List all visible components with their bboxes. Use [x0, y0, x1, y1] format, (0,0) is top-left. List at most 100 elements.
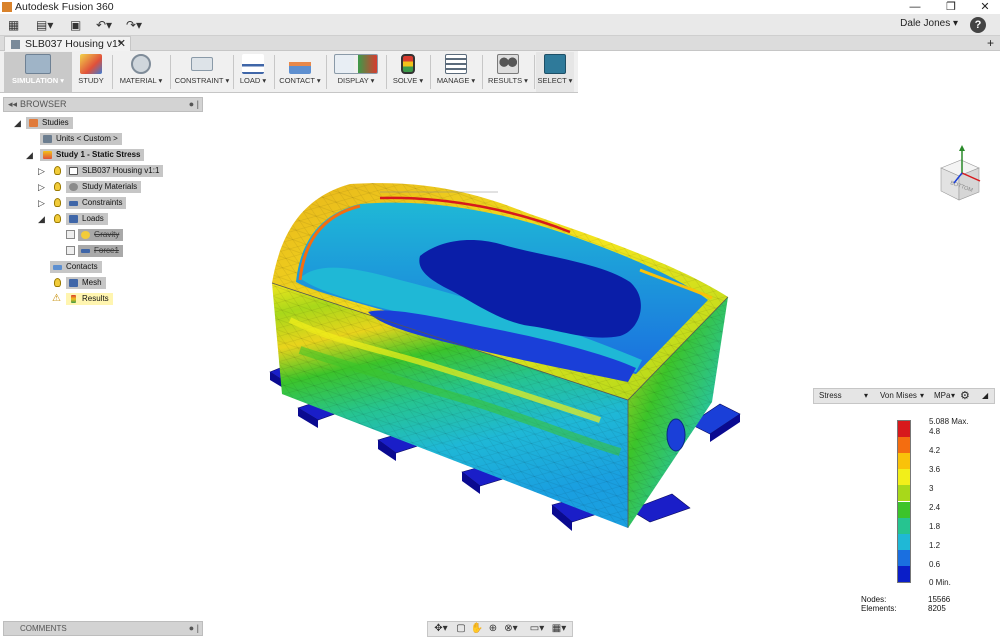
- close-window-button[interactable]: ✕: [970, 0, 1000, 14]
- new-tab-button[interactable]: +: [987, 36, 994, 50]
- toolbar-divider: [534, 55, 535, 89]
- material-button[interactable]: MATERIAL ▾: [116, 52, 166, 92]
- orbit-icon[interactable]: ✥▾: [432, 623, 450, 635]
- app-title: Autodesk Fusion 360: [15, 1, 114, 13]
- result-type-select[interactable]: Stress: [819, 389, 842, 403]
- criterion-select[interactable]: Von Mises: [880, 389, 917, 403]
- data-panel-grid-icon[interactable]: ▦: [8, 17, 19, 33]
- scale-tick-label: 5.088 Max.: [929, 417, 969, 426]
- scale-tick-label: 2.4: [929, 503, 941, 512]
- material-label: MATERIAL ▾: [119, 76, 163, 85]
- contact-label: CONTACT ▾: [279, 76, 321, 85]
- chevron-down-icon[interactable]: ▾: [951, 389, 955, 403]
- scale-tick-label: 4.8: [929, 427, 941, 436]
- workspace-switcher[interactable]: SIMULATION ▾: [4, 52, 72, 92]
- solve-icon: [401, 54, 415, 74]
- save-icon[interactable]: ▣: [70, 17, 81, 33]
- scale-tick-label: 1.8: [929, 522, 941, 531]
- undo-button[interactable]: ↶▾: [96, 17, 112, 33]
- restore-button[interactable]: ❐: [936, 0, 966, 14]
- fit-icon[interactable]: ⊗▾: [502, 623, 520, 635]
- scale-tick-label: 3: [929, 484, 934, 493]
- axis-triad-icon: [953, 145, 981, 184]
- constraint-button[interactable]: CONSTRAINT ▾: [174, 52, 230, 92]
- housing-body: [271, 183, 729, 528]
- material-icon: [131, 54, 151, 74]
- scale-band: [898, 469, 910, 486]
- navigation-bar: ✥▾ ▢ ✋ ⊕ ⊗▾ ▭▾ ▦▾: [427, 621, 573, 637]
- document-tab[interactable]: SLB037 Housing v1* ✕: [4, 36, 131, 51]
- pin-icon[interactable]: ◢: [982, 389, 988, 403]
- study-label: STUDY: [78, 76, 104, 85]
- grid-settings-icon[interactable]: ▦▾: [550, 623, 568, 635]
- scale-band: [898, 437, 910, 454]
- model-render: [269, 183, 741, 531]
- select-button[interactable]: SELECT ▾: [536, 52, 574, 92]
- legend-toolbar: Stress ▾ Von Mises ▾ MPa ▾ ⚙ ◢: [813, 388, 995, 404]
- manage-icon: [445, 54, 467, 74]
- study-icon: [80, 54, 102, 74]
- solve-label: SOLVE ▾: [392, 76, 424, 85]
- canvas-viewport[interactable]: BOTTOM: [0, 93, 1000, 620]
- elements-value: 8205: [928, 604, 946, 613]
- zoom-icon[interactable]: ⊕: [486, 623, 500, 635]
- fusion-logo-icon: [2, 2, 12, 12]
- close-tab-icon[interactable]: ✕: [117, 37, 126, 51]
- pan-icon[interactable]: ✋: [470, 623, 484, 635]
- elements-label: Elements:: [861, 604, 897, 613]
- redo-button[interactable]: ↷▾: [126, 17, 142, 33]
- load-button[interactable]: LOAD ▾: [236, 52, 270, 92]
- scale-band: [898, 453, 910, 470]
- title-bar: Autodesk Fusion 360 — ❐ ✕: [0, 0, 1000, 14]
- contact-icon: [289, 54, 311, 74]
- file-menu-button[interactable]: ▤▾: [36, 17, 53, 33]
- simulation-toolbar: SIMULATION ▾ STUDY MATERIAL ▾ CONSTRAINT…: [0, 51, 578, 93]
- document-tab-bar: SLB037 Housing v1* ✕ +: [0, 36, 1000, 51]
- nodes-value: 15566: [928, 595, 951, 604]
- comments-controls[interactable]: ● |: [189, 622, 199, 635]
- manage-button[interactable]: MANAGE ▾: [434, 52, 478, 92]
- help-icon[interactable]: ?: [970, 17, 986, 33]
- simulation-cube-icon: [25, 54, 51, 74]
- display-icon: [334, 54, 378, 74]
- settings-gear-icon[interactable]: ⚙: [960, 389, 970, 403]
- study-button[interactable]: STUDY: [74, 52, 108, 92]
- solve-button[interactable]: SOLVE ▾: [390, 52, 426, 92]
- contact-button[interactable]: CONTACT ▾: [278, 52, 322, 92]
- scale-tick-label: 0.6: [929, 560, 941, 569]
- comments-panel-header[interactable]: COMMENTS ● |: [3, 621, 203, 636]
- display-settings-icon[interactable]: ▭▾: [528, 623, 546, 635]
- unit-select[interactable]: MPa: [934, 389, 950, 403]
- quick-access-toolbar: ▦ ▤▾ ▣ ↶▾ ↷▾ Dale Jones ▾ ?: [0, 14, 1000, 36]
- constraint-label: CONSTRAINT ▾: [174, 76, 230, 85]
- color-scale: [897, 420, 911, 583]
- toolbar-divider: [170, 55, 171, 89]
- document-tab-label: SLB037 Housing v1*: [25, 38, 122, 50]
- display-button[interactable]: DISPLAY ▾: [330, 52, 382, 92]
- scale-band: [898, 533, 910, 550]
- nodes-label: Nodes:: [861, 595, 887, 604]
- toolbar-divider: [326, 55, 327, 89]
- chevron-down-icon[interactable]: ▾: [864, 389, 868, 403]
- scale-band: [898, 549, 910, 566]
- load-icon: [242, 54, 264, 74]
- scale-band: [898, 421, 910, 438]
- toolbar-divider: [274, 55, 275, 89]
- display-label: DISPLAY ▾: [337, 76, 375, 85]
- comments-title: COMMENTS: [20, 624, 67, 633]
- chevron-down-icon[interactable]: ▾: [920, 389, 924, 403]
- document-icon: [11, 40, 20, 49]
- results-button[interactable]: RESULTS ▾: [486, 52, 530, 92]
- results-label: RESULTS ▾: [488, 76, 528, 85]
- scale-band: [898, 517, 910, 534]
- scale-band: [898, 501, 910, 518]
- load-label: LOAD ▾: [239, 76, 267, 85]
- look-at-icon[interactable]: ▢: [454, 623, 468, 635]
- scale-tick-label: 3.6: [929, 465, 941, 474]
- toolbar-divider: [386, 55, 387, 89]
- user-account-menu[interactable]: Dale Jones ▾: [900, 18, 958, 29]
- minimize-button[interactable]: —: [900, 0, 930, 14]
- scale-tick-label: 0 Min.: [929, 578, 951, 587]
- scale-tick-label: 4.2: [929, 446, 941, 455]
- constraint-icon: [191, 57, 213, 71]
